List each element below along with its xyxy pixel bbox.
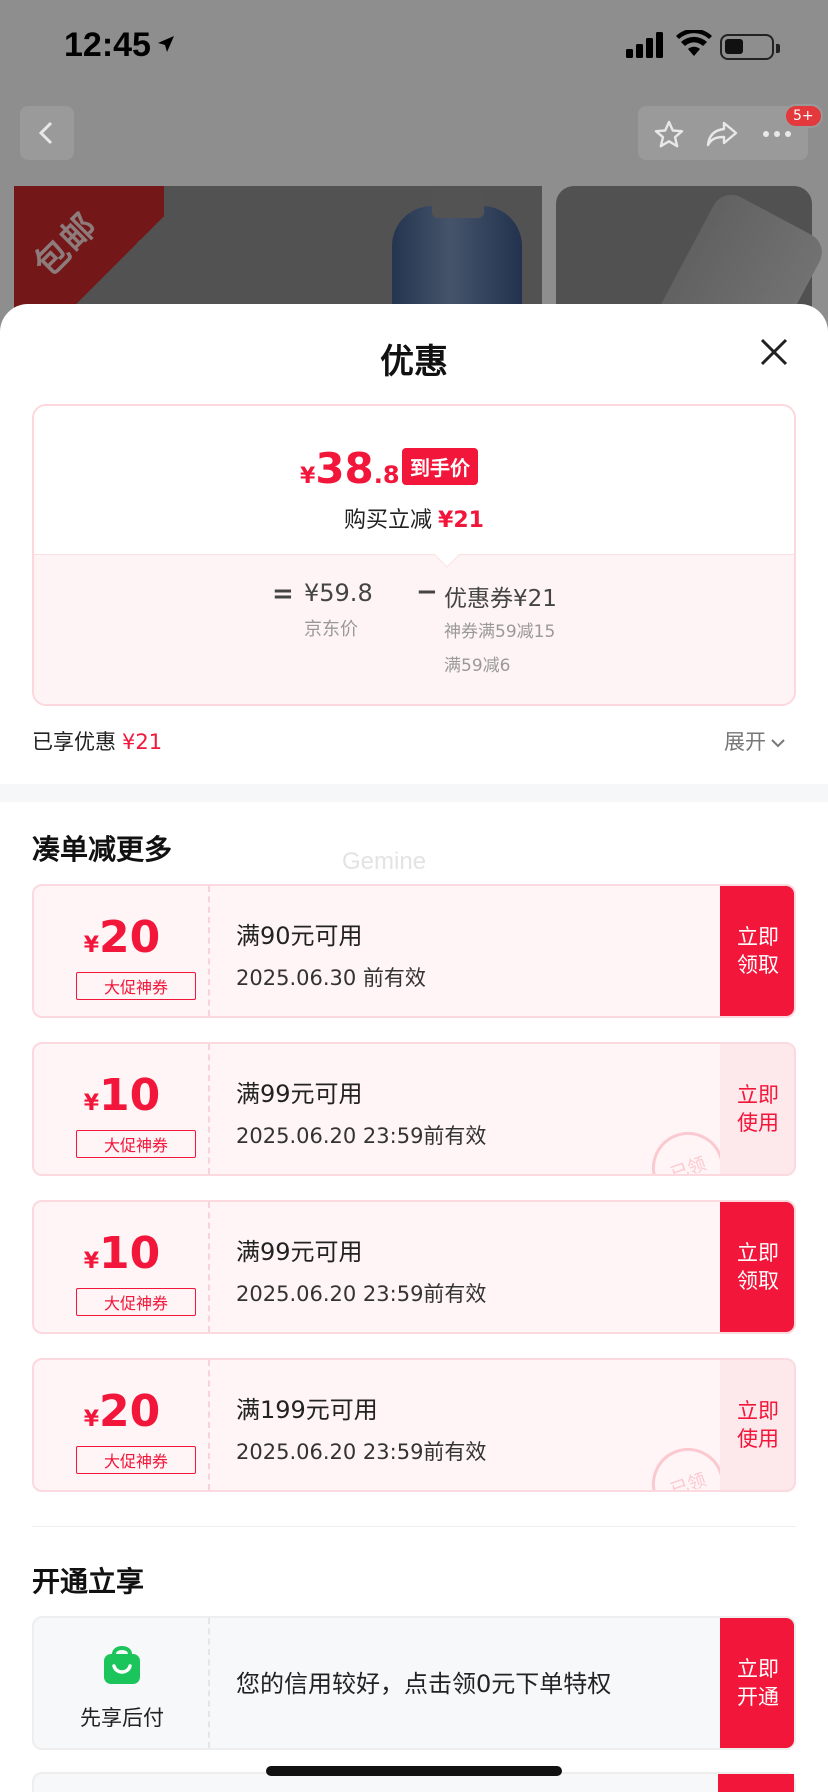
use-coupon-button[interactable]: 立即使用 — [720, 1360, 794, 1490]
location-arrow-icon — [158, 36, 174, 52]
watermark: Gemine — [342, 848, 427, 875]
home-indicator[interactable] — [266, 1766, 562, 1776]
coupon-total: 优惠券¥21 — [444, 586, 557, 612]
currency-symbol: ¥ — [300, 464, 316, 489]
enjoyed-value: ¥21 — [122, 730, 163, 754]
use-coupon-button[interactable]: 立即使用 — [720, 1044, 794, 1174]
more-discount-title: 凑单减更多 — [32, 833, 173, 866]
coupon-validity: 2025.06.20 23:59前有效 — [236, 1282, 487, 1306]
claim-coupon-button[interactable]: 立即领取 — [720, 886, 794, 1016]
coupon-condition: 满99元可用 — [236, 1238, 363, 1266]
discount-sheet: 优惠 ¥38.8 到手价 购买立减 ¥21 = ¥59.8 京东价 − 优惠券¥2… — [0, 304, 828, 1792]
coupon-currency: ¥ — [83, 1091, 100, 1116]
coupon-tag: 大促神券 — [76, 972, 196, 1000]
coupon-condition: 满199元可用 — [236, 1396, 378, 1424]
notification-badge: 5+ — [784, 104, 823, 128]
more-icon[interactable] — [762, 130, 792, 138]
chevron-down-icon — [771, 739, 785, 748]
final-price: ¥38.8 — [300, 444, 400, 493]
price-formula: = ¥59.8 京东价 − 优惠券¥21 神券满59减15 满59减6 — [34, 554, 794, 704]
coupon-tag: 大促神券 — [76, 1130, 196, 1158]
coupon-amount: 10 — [99, 1228, 161, 1279]
coupon-validity: 2025.06.20 23:59前有效 — [236, 1440, 487, 1464]
coupon-amount: 10 — [99, 1070, 161, 1121]
close-icon[interactable] — [756, 334, 792, 370]
cellular-signal-icon — [626, 32, 663, 58]
share-icon[interactable] — [706, 120, 738, 148]
button-label: 立即领取 — [737, 1241, 779, 1293]
expand-label: 展开 — [724, 730, 766, 754]
coupon-validity: 2025.06.30 前有效 — [236, 966, 426, 990]
coupon-card: ¥10 大促神券 满99元可用 2025.06.20 23:59前有效 立即领取 — [32, 1200, 796, 1334]
coupon-card: ¥10 大促神券 满99元可用 2025.06.20 23:59前有效 已领 立… — [32, 1042, 796, 1176]
coupon-amount: 20 — [99, 1386, 161, 1437]
button-label: 立即使用 — [737, 1083, 779, 1135]
instant-reduce-line: 购买立减 ¥21 — [34, 502, 794, 534]
instant-reduce-label: 购买立减 — [344, 508, 433, 533]
open-enjoy-title: 开通立享 — [32, 1565, 145, 1598]
coupon-currency: ¥ — [83, 1407, 100, 1432]
final-price-decimal: .8 — [373, 461, 400, 489]
coupon-tag: 大促神券 — [76, 1446, 196, 1474]
sheet-title: 优惠 — [380, 342, 448, 382]
coupon-currency: ¥ — [83, 933, 100, 958]
divider — [32, 1526, 796, 1527]
coupon-condition: 满90元可用 — [236, 922, 363, 950]
shopping-bag-icon — [104, 1646, 140, 1684]
jd-price: ¥59.8 — [304, 579, 373, 607]
top-actions — [638, 106, 808, 160]
back-button[interactable] — [20, 106, 74, 160]
pay-later-label: 先享后付 — [80, 1706, 164, 1730]
battery-icon — [720, 34, 780, 60]
pay-later-card: 先享后付 您的信用较好，点击领0元下单特权 立即开通 — [32, 1616, 796, 1750]
section-gap — [0, 784, 828, 802]
chevron-left-icon — [38, 121, 53, 145]
coupon-card: ¥20 大促神券 满199元可用 2025.06.20 23:59前有效 已领 … — [32, 1358, 796, 1492]
minus-sign: − — [416, 577, 438, 607]
button-label: 立即领取 — [737, 925, 779, 977]
instant-reduce-value: ¥21 — [438, 508, 484, 533]
coupon-detail: 满59减6 — [444, 656, 511, 676]
coupon-condition: 满99元可用 — [236, 1080, 363, 1108]
status-time: 12:45 — [64, 26, 151, 64]
claim-coupon-button[interactable]: 立即领取 — [720, 1202, 794, 1332]
pay-later-description: 您的信用较好，点击领0元下单特权 — [236, 1670, 612, 1698]
status-bar: 12:45 — [0, 0, 828, 92]
jd-price-label: 京东价 — [304, 619, 358, 640]
wifi-icon — [676, 30, 712, 56]
final-price-tag: 到手价 — [402, 448, 478, 485]
expand-button[interactable]: 展开 — [724, 726, 786, 756]
final-price-integer: 38 — [315, 444, 374, 493]
coupon-validity: 2025.06.20 23:59前有效 — [236, 1124, 487, 1148]
activate-button[interactable]: 立即开通 — [720, 1618, 794, 1748]
price-breakdown-card: ¥38.8 到手价 购买立减 ¥21 = ¥59.8 京东价 − 优惠券¥21 神… — [32, 404, 796, 706]
enjoyed-label: 已享优惠 — [32, 730, 116, 754]
coupon-currency: ¥ — [83, 1249, 100, 1274]
button-label: 立即使用 — [737, 1399, 779, 1451]
coupon-detail: 神券满59减15 — [444, 622, 556, 642]
coupon-amount: 20 — [99, 912, 161, 963]
enjoyed-discount: 已享优惠 ¥21 — [32, 726, 162, 756]
coupon-tag: 大促神券 — [76, 1288, 196, 1316]
button-label: 立即开通 — [737, 1657, 779, 1709]
star-icon[interactable] — [654, 120, 684, 148]
equals-sign: = — [272, 579, 294, 609]
coupon-card: ¥20 大促神券 满90元可用 2025.06.30 前有效 立即领取 — [32, 884, 796, 1018]
